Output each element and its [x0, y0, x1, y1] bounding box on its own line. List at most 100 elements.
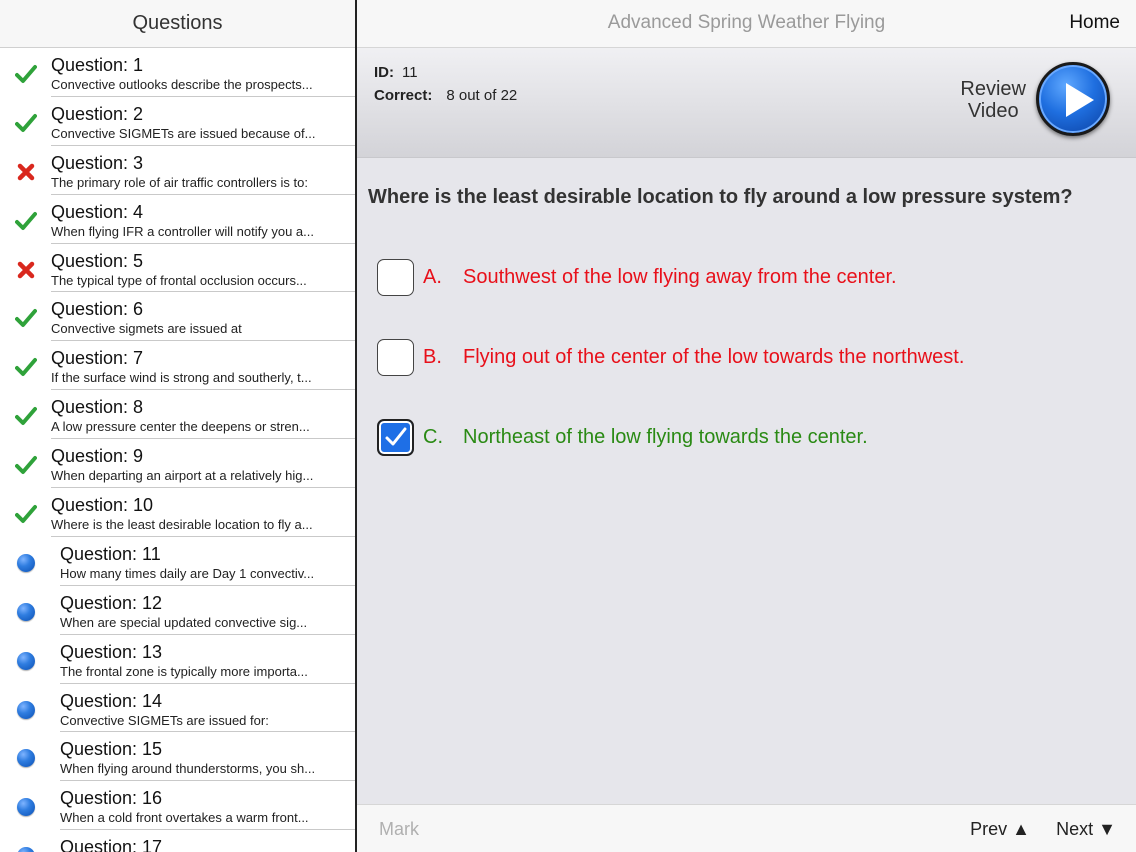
- question-list-item[interactable]: Question: 16 When a cold front overtakes …: [0, 781, 355, 831]
- play-icon: [1066, 83, 1094, 117]
- question-list-item[interactable]: Question: 3 The primary role of air traff…: [0, 146, 355, 195]
- question-title: Question: 13: [60, 641, 163, 662]
- answer-checkbox-checked[interactable]: [377, 418, 414, 456]
- question-list-item[interactable]: Question: 10 Where is the least desirable…: [0, 488, 355, 537]
- answer-option-c[interactable]: C. Northeast of the low flying towards t…: [377, 418, 868, 456]
- question-detail-pane: Advanced Spring Weather Flying Home ID: …: [357, 0, 1136, 852]
- question-list-item[interactable]: Question: 5 The typical type of frontal o…: [0, 244, 355, 293]
- answer-text: Flying out of the center of the low towa…: [463, 345, 965, 368]
- review-label-line2: Video: [967, 100, 1019, 122]
- question-preview: Convective sigmets are issued at: [51, 321, 242, 337]
- answer-checkbox[interactable]: [377, 258, 414, 296]
- question-title: Question: 1: [51, 55, 144, 75]
- blue-dot-icon: [14, 795, 38, 819]
- question-list-item[interactable]: Question: 2 Convective SIGMETs are issued…: [0, 97, 355, 146]
- question-title: Question: 5: [51, 250, 144, 271]
- sidebar-title: Questions: [0, 0, 355, 48]
- question-title: Question: 4: [51, 201, 144, 222]
- questions-sidebar: Questions Question: 1 Convective outlooks…: [0, 0, 355, 852]
- question-list-item[interactable]: Question: 12 When are special updated con…: [0, 586, 355, 635]
- question-list-item[interactable]: Question: 13 The frontal zone is typicall…: [0, 635, 355, 684]
- question-title: Question: 12: [60, 592, 163, 613]
- question-preview: How many times daily are Day 1 convectiv…: [60, 565, 315, 581]
- blue-dot-icon: [14, 600, 38, 624]
- checkmark-icon: [14, 306, 38, 330]
- bottom-toolbar: Mark Prev ▲ Next ▼: [357, 804, 1136, 852]
- checkmark-icon: [385, 427, 406, 446]
- blue-dot-icon: [14, 551, 38, 575]
- question-preview: Where is the least desirable location to…: [51, 517, 313, 533]
- question-list: Question: 1 Convective outlooks describe …: [0, 48, 355, 852]
- question-preview: When flying IFR a controller will notify…: [51, 223, 314, 239]
- question-preview: When flying around thunderstorms, you sh…: [60, 761, 316, 777]
- answer-letter: B.: [423, 345, 442, 368]
- blue-dot-icon: [14, 844, 38, 852]
- blue-dot-icon: [14, 649, 38, 673]
- answer-letter: A.: [423, 265, 442, 288]
- question-list-item[interactable]: Question: 11 How many times daily are Day…: [0, 537, 355, 586]
- answer-text: Northeast of the low flying towards the …: [463, 425, 868, 448]
- question-preview: The frontal zone is typically more impor…: [60, 663, 308, 679]
- id-label: ID:: [374, 64, 394, 81]
- question-title: Question: 7: [51, 348, 144, 369]
- blue-dot-icon: [14, 746, 38, 770]
- question-title: Question: 3: [51, 152, 144, 173]
- checkmark-icon: [14, 453, 38, 477]
- mark-button[interactable]: Mark: [379, 819, 419, 840]
- question-list-item[interactable]: Question: 14 Convective SIGMETs are issue…: [0, 684, 355, 733]
- question-title: Question: 9: [51, 446, 144, 467]
- question-title: Question: 17: [60, 837, 163, 852]
- answer-option-b[interactable]: B. Flying out of the center of the low t…: [377, 338, 964, 376]
- question-title: Question: 14: [60, 690, 163, 711]
- question-title: Question: 16: [60, 788, 163, 809]
- answer-option-a[interactable]: A. Southwest of the low flying away from…: [377, 258, 897, 296]
- home-button[interactable]: Home: [1069, 12, 1120, 34]
- question-title: Question: 10: [51, 495, 154, 516]
- question-list-item[interactable]: Question: 17: [0, 830, 355, 852]
- checkmark-icon: [14, 62, 38, 86]
- checkmark-icon: [14, 404, 38, 428]
- id-value: 11: [402, 64, 418, 81]
- question-list-item[interactable]: Question: 4 When flying IFR a controller …: [0, 195, 355, 244]
- correct-row: Correct: 8 out of 22: [374, 87, 517, 104]
- checkmark-icon: [14, 502, 38, 526]
- play-video-button[interactable]: [1036, 62, 1110, 136]
- answer-checkbox[interactable]: [377, 338, 414, 376]
- checkmark-icon: [14, 209, 38, 233]
- question-preview: A low pressure center the deepens or str…: [51, 419, 310, 435]
- answer-text: Southwest of the low flying away from th…: [463, 265, 897, 288]
- question-list-item[interactable]: Question: 6 Convective sigmets are issued…: [0, 292, 355, 342]
- correct-value: 8 out of 22: [446, 87, 518, 104]
- question-preview: The primary role of air traffic controll…: [51, 174, 308, 190]
- question-list-item[interactable]: Question: 15 When flying around thunderst…: [0, 732, 355, 782]
- next-button[interactable]: Next ▼: [1056, 819, 1116, 840]
- question-preview: If the surface wind is strong and southe…: [51, 370, 312, 386]
- question-info-panel: ID: 11 Correct: 8 out of 22 Review Video: [357, 48, 1136, 158]
- question-title: Question: 2: [51, 103, 144, 124]
- correct-label: Correct:: [374, 87, 433, 104]
- question-preview: Convective outlooks describe the prospec…: [51, 77, 313, 92]
- question-preview: When a cold front overtakes a warm front…: [60, 810, 309, 826]
- x-mark-icon: [14, 258, 38, 282]
- prev-button[interactable]: Prev ▲: [970, 819, 1030, 840]
- question-title: Question: 6: [51, 299, 144, 320]
- answer-letter: C.: [423, 425, 443, 448]
- question-title: Question: 8: [51, 397, 144, 418]
- question-text: Where is the least desirable location to…: [368, 186, 1073, 208]
- checkmark-icon: [14, 111, 38, 135]
- question-title: Question: 15: [60, 739, 163, 760]
- x-mark-icon: [14, 160, 38, 184]
- review-label-line1: Review: [960, 78, 1026, 100]
- top-navigation-bar: Advanced Spring Weather Flying Home: [357, 0, 1136, 48]
- question-preview: Convective SIGMETs are issued for:: [60, 712, 269, 728]
- question-title: Question: 11: [60, 543, 161, 564]
- review-video-label[interactable]: Review Video: [960, 78, 1026, 122]
- question-list-item[interactable]: Question: 8A low pressure center the dee…: [0, 390, 355, 440]
- question-preview: When departing an airport at a relativel…: [51, 468, 314, 484]
- course-title: Advanced Spring Weather Flying: [607, 12, 886, 33]
- question-list-item[interactable]: Question: 9 When departing an airport at …: [0, 439, 355, 489]
- question-list-item[interactable]: Question: 7 If the surface wind is strong…: [0, 341, 355, 391]
- question-list-item[interactable]: Question: 1 Convective outlooks describe …: [0, 48, 355, 97]
- question-preview: When are special updated convective sig.…: [60, 614, 308, 630]
- question-preview: Convective SIGMETs are issued because of…: [51, 125, 316, 141]
